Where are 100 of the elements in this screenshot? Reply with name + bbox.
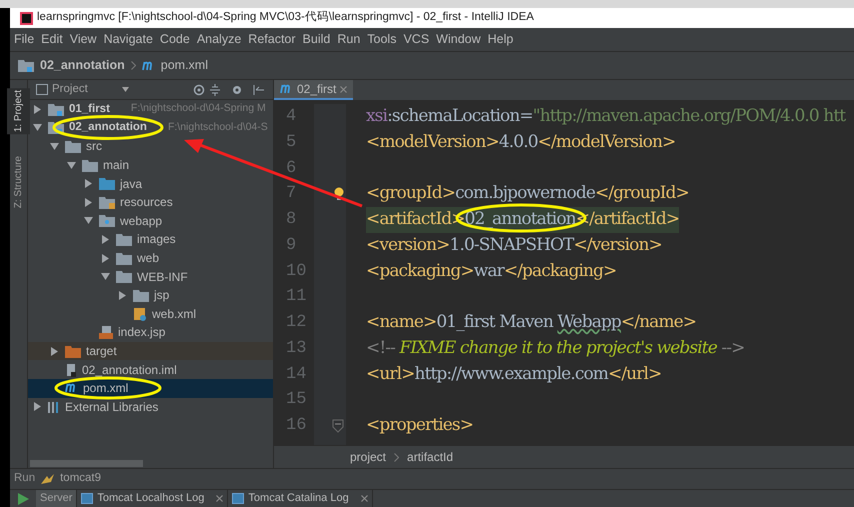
tomcat-icon (41, 474, 54, 484)
project-view-icon (36, 84, 48, 95)
line-number: 6 (286, 158, 296, 180)
tree-item-label: web.xml (152, 308, 196, 320)
folder-icon (65, 140, 81, 153)
run-icon[interactable] (17, 492, 29, 504)
settings-icon[interactable] (231, 84, 243, 96)
breadcrumb[interactable]: artifactId (407, 448, 454, 466)
maven-icon (142, 60, 155, 70)
run-tab[interactable]: Tomcat Catalina Log (228, 490, 373, 507)
code-text: <modelVersion>4.0.0</modelVersion> (366, 130, 676, 154)
tree-item[interactable]: main (28, 156, 273, 174)
tree-item-label: main (103, 159, 130, 172)
line-number: 10 (286, 260, 306, 283)
tree-item[interactable]: 01_first F:\nightschool-d\04-Spring M (28, 100, 273, 119)
nav-crumb[interactable]: 02_annotation (40, 56, 125, 75)
collapsed-arrow-icon[interactable] (33, 104, 42, 114)
tree-item[interactable]: java (28, 174, 273, 193)
line-number: 5 (286, 132, 296, 154)
tree-item[interactable]: src (28, 137, 273, 156)
tree-item[interactable]: web.xml (28, 304, 273, 324)
collapsed-arrow-icon[interactable] (33, 402, 42, 412)
tree-item-label: java (120, 178, 142, 190)
menu-item[interactable]: File (14, 30, 34, 49)
horizontal-scrollbar[interactable] (30, 460, 143, 467)
editor-tab[interactable]: 02_first (274, 80, 354, 100)
tree-item-path: F:\nightschool-d\04-Spring M (130, 101, 266, 116)
line-number: 11 (286, 286, 306, 308)
menu-item[interactable]: Run (337, 30, 360, 49)
line-number: 7 (286, 183, 296, 206)
locate-icon[interactable] (193, 84, 205, 96)
tool-window-tab[interactable]: 1: Project (7, 88, 30, 134)
dropdown-caret-icon[interactable] (122, 87, 129, 92)
tree-item[interactable]: WEB-INF (28, 267, 273, 286)
folder-icon (99, 177, 115, 190)
folder-icon (18, 59, 34, 72)
code-text: <groupId>com.bjpowernode</groupId> (366, 182, 689, 206)
line-number: 14 (286, 364, 306, 386)
tree-item[interactable]: index.jsp (28, 323, 273, 342)
tree-item[interactable]: 02_annotation.iml (28, 360, 273, 379)
library-icon (48, 400, 60, 413)
lightbulb-icon[interactable] (334, 187, 344, 202)
collapse-all-icon[interactable] (209, 84, 221, 96)
code-text: <url>http://www.example.com</url> (366, 362, 662, 386)
tree-item[interactable]: webapp (28, 212, 273, 230)
code-text: <name>01_first Maven Webapp</name> (366, 311, 696, 334)
code-text: <version>1.0-SNAPSHOT</version> (366, 234, 662, 257)
close-icon[interactable] (216, 495, 224, 502)
tree-item-label: webapp (120, 214, 162, 227)
folder-icon (82, 158, 98, 172)
run-tab[interactable]: Server (36, 490, 78, 507)
tree-item-label: pom.xml (83, 382, 128, 394)
tree-item-label: External Libraries (65, 400, 158, 413)
expanded-arrow-icon[interactable] (84, 216, 93, 226)
tree-item-label: WEB-INF (137, 270, 188, 283)
collapsed-arrow-icon[interactable] (118, 290, 127, 300)
panel-title[interactable]: Project (52, 80, 88, 98)
tree-item[interactable]: target (28, 342, 273, 360)
menu-item[interactable]: View (70, 30, 97, 49)
run-tab[interactable]: Tomcat Localhost Log (77, 490, 228, 507)
line-number: 16 (286, 415, 306, 438)
close-icon[interactable] (340, 86, 348, 92)
hide-panel-icon[interactable] (253, 84, 265, 96)
tree-item-label: index.jsp (118, 326, 166, 338)
folder-icon (133, 288, 149, 302)
tree-item[interactable]: resources (28, 192, 273, 212)
menu-item[interactable]: Analyze (196, 30, 242, 49)
tree-item[interactable]: web (28, 248, 273, 268)
breadcrumb[interactable]: project (350, 448, 386, 466)
folder-icon (116, 252, 132, 265)
tree-item[interactable]: External Libraries (28, 398, 273, 416)
xml-file-icon (133, 306, 147, 321)
folder-icon (116, 232, 132, 246)
tree-item-label: target (86, 345, 117, 358)
menu-item[interactable]: VCS (403, 30, 430, 49)
menu-item[interactable]: Help (488, 30, 514, 49)
tree-item[interactable]: images (28, 230, 273, 249)
menu-item[interactable]: Code (160, 30, 190, 49)
folder-icon (65, 344, 81, 358)
tree-item[interactable]: pom.xml (28, 378, 273, 398)
tree-item-label: resources (120, 196, 173, 208)
fold-marker-icon[interactable] (332, 418, 344, 433)
tree-item[interactable]: 02_annotation F:\nightschool-d\04-S (28, 118, 273, 138)
folder-icon (99, 214, 115, 228)
menu-item[interactable]: Window (436, 30, 481, 49)
menu-item[interactable]: Build (302, 30, 330, 49)
log-icon (81, 493, 94, 504)
maven-icon (65, 383, 78, 394)
tree-item[interactable]: jsp (28, 286, 273, 305)
menu-item[interactable]: Tools (367, 30, 396, 49)
log-icon (232, 493, 244, 504)
collapsed-arrow-icon[interactable] (50, 346, 59, 356)
menu-item[interactable]: Edit (41, 30, 63, 49)
expanded-arrow-icon[interactable] (101, 272, 110, 282)
chevron-icon (130, 61, 136, 70)
nav-crumb[interactable]: pom.xml (160, 56, 208, 75)
menu-item[interactable]: Navigate (104, 30, 153, 49)
tool-window-tab[interactable]: Z: Structure (7, 154, 30, 210)
menu-item[interactable]: Refactor (248, 30, 296, 49)
close-icon[interactable] (360, 495, 368, 502)
